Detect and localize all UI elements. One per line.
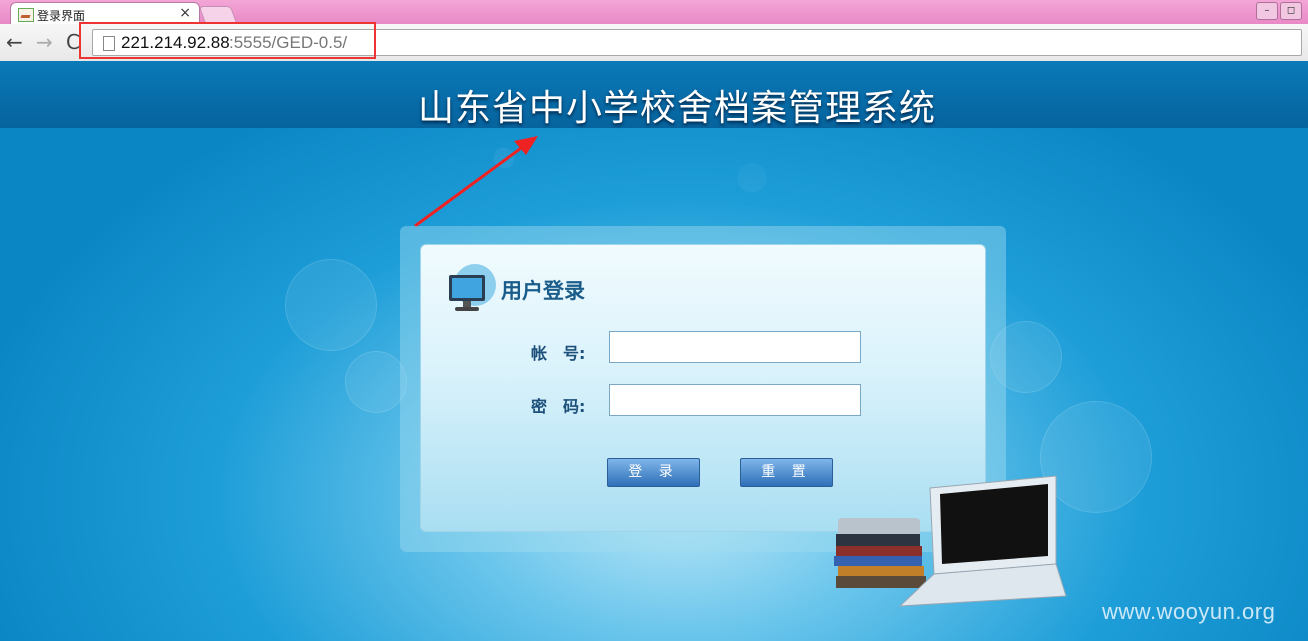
tab-close-button[interactable]: × [179,5,191,21]
tab-title: 登录界面 [37,9,86,23]
password-input[interactable] [609,384,861,416]
browser-titlebar: 登录界面 × – ◻ [0,0,1308,26]
laptop-and-books-illustration [834,475,1067,607]
window-controls: – ◻ [1256,2,1302,20]
computer-monitor-icon [449,264,496,311]
url-highlight-box [79,22,376,59]
reload-button[interactable]: C [66,30,80,54]
login-button[interactable]: 登 录 [607,458,700,487]
login-heading: 用户登录 [501,279,585,303]
account-input[interactable] [609,331,861,363]
minimize-button[interactable]: – [1256,2,1278,20]
reset-button[interactable]: 重 置 [740,458,833,487]
decor-bubble [345,351,407,413]
watermark: www.wooyun.org [1102,599,1276,624]
favicon-icon [18,8,34,22]
forward-button[interactable]: → [36,30,53,54]
decor-bubble [285,259,377,351]
maximize-button[interactable]: ◻ [1280,2,1302,20]
back-button[interactable]: ← [6,30,23,54]
login-page: 山东省中小学校舍档案管理系统 用户登录 帐 号: 密 码: 登 录 重 置 ww… [0,61,1308,641]
account-label: 帐 号: [531,344,586,363]
password-label: 密 码: [531,397,586,416]
